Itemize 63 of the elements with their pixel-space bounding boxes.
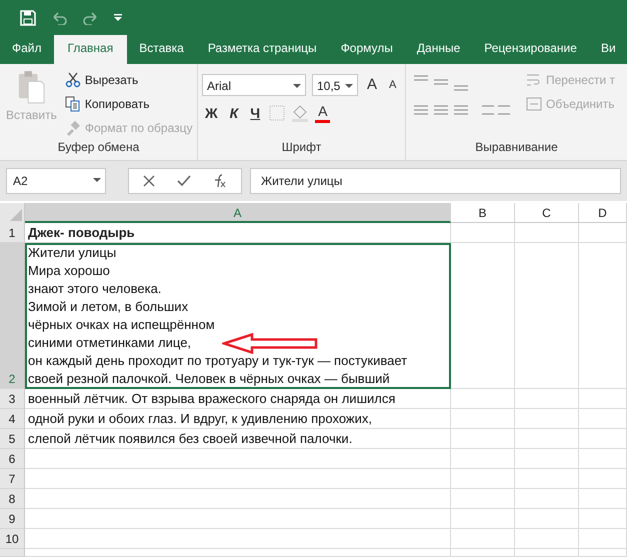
fill-color-icon[interactable] (291, 104, 310, 122)
row-header[interactable]: 4 (0, 409, 25, 429)
row-header[interactable]: 3 (0, 389, 25, 409)
cell-text-line: Жители улицы (28, 244, 116, 262)
ribbon-tab[interactable]: Вставка (127, 35, 196, 64)
ribbon-tab[interactable]: Файл (0, 35, 54, 64)
cell-text-line: военный лётчик. От взрыва вражеского снаряда он лишился (28, 390, 396, 408)
ribbon-tab[interactable]: Рецензирование (472, 35, 589, 64)
cell-text-line: чёрных очках на испещрённом (28, 316, 215, 334)
save-icon[interactable] (20, 10, 36, 26)
copy-icon (64, 96, 81, 112)
grow-font-button[interactable]: A (364, 76, 380, 94)
font-size-field[interactable]: 10,5 (312, 74, 358, 96)
formula-input-field[interactable]: Жители улицы (250, 168, 621, 194)
row-header[interactable]: 5 (0, 429, 25, 449)
cell-text-line: Мира хорошо (28, 262, 110, 280)
clipboard-icon (17, 70, 46, 104)
row-header[interactable]: 10 (0, 529, 25, 549)
ribbon-tab[interactable]: Формулы (328, 35, 405, 64)
column-header[interactable]: D (579, 203, 627, 223)
row-header[interactable]: 7 (0, 469, 25, 489)
cell-text-line: Зимой и летом, в больших (28, 298, 188, 316)
cell-text-line: одной руки и обоих глаз. И вдруг, к удивлению прохожих, (28, 410, 372, 428)
merge-icon (526, 96, 542, 112)
function-icon[interactable] (213, 174, 227, 188)
customize-icon[interactable] (114, 14, 122, 22)
check-icon[interactable] (177, 175, 191, 187)
bold-button[interactable]: Ж (202, 104, 221, 122)
group-label: Шрифт (280, 140, 322, 156)
name-box[interactable]: A2 (6, 168, 106, 194)
cancel-icon[interactable] (143, 175, 155, 187)
italic-button[interactable]: К (226, 104, 242, 122)
row-header[interactable]: 8 (0, 489, 25, 509)
ribbon-tab[interactable]: Ви (588, 35, 627, 64)
shrink-font-button[interactable]: A (386, 76, 400, 94)
column-header[interactable]: A (25, 203, 451, 223)
ribbon-tab[interactable]: Данные (404, 35, 472, 64)
cell-text-line: слепой лётчик появился без своей извечной палочки. (28, 430, 352, 448)
wrap-text-icon (526, 72, 542, 88)
arrow-icon (222, 333, 318, 354)
column-header[interactable]: B (451, 203, 515, 223)
cell-text-line: он каждый день проходит по тротуару и тук-тук — постукивает (28, 352, 408, 370)
brush-icon (64, 120, 81, 136)
underline-button[interactable]: Ч (247, 104, 264, 122)
cell-text-line: синими отметинками лице, (28, 334, 192, 352)
borders-icon[interactable] (269, 104, 286, 120)
column-header[interactable]: C (515, 203, 579, 223)
row-header[interactable]: 6 (0, 449, 25, 469)
table-cell: Джек- поводырь (25, 223, 451, 243)
group-label: Выравнивание (474, 140, 559, 156)
font-name-field[interactable]: Arial (202, 74, 306, 96)
group-label: Буфер обмена (56, 140, 140, 156)
font-color-button[interactable]: A (315, 102, 330, 123)
row-header[interactable]: 9 (0, 509, 25, 529)
cell-text-line: знают этого человека. (28, 280, 162, 298)
cell-text-line: своей резной палочкой. Человек в чёрных очках — бывший (28, 370, 390, 388)
scissors-icon (64, 72, 81, 88)
row-header[interactable]: 2 (0, 243, 25, 389)
row-header[interactable]: 1 (0, 223, 25, 243)
ribbon-tab[interactable]: Разметка страницы (196, 35, 329, 64)
ribbon-tab[interactable]: Главная (54, 35, 128, 64)
clipboard-item[interactable]: Копировать (64, 94, 192, 114)
clipboard-item[interactable]: Вырезать (64, 70, 192, 90)
